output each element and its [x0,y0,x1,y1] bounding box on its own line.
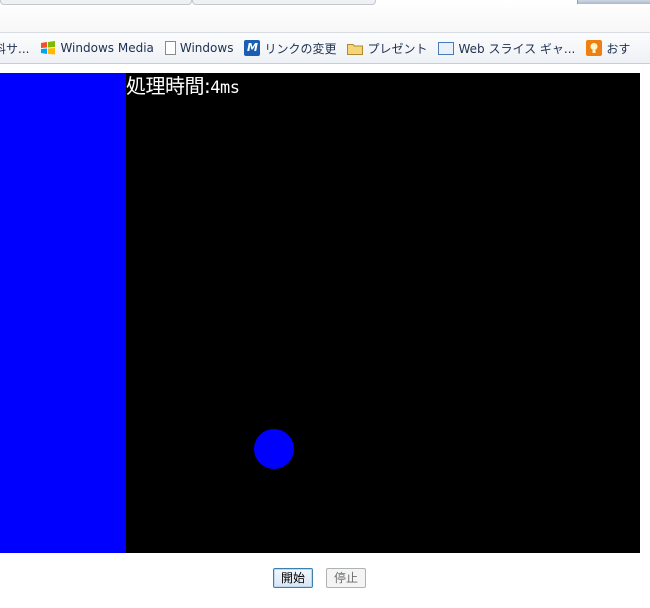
favorite-label: Windows [179,41,234,55]
favorite-label: Web スライス ギャ... [458,41,576,56]
favorite-label: 料サ... [0,41,30,56]
favorites-bar: 料サ... Windows Media Windows M リンクの変更 プレゼ… [0,32,650,64]
favorite-link-customize[interactable]: M リンクの変更 [244,37,336,59]
favorite-label: リンクの変更 [264,41,337,56]
page-icon [164,41,176,55]
msn-icon: M [244,40,261,56]
favorite-folder-present[interactable]: プレゼント [347,37,427,59]
start-button[interactable]: 開始 [273,568,313,588]
favorite-web-slice-gallery[interactable]: Web スライス ギャ... [438,37,575,59]
favorite-link-windows[interactable]: Windows [164,37,234,59]
browser-top-area [0,0,650,32]
favorite-label: おす [606,41,631,56]
controls: 開始 停止 [0,568,650,592]
stop-button[interactable]: 停止 [326,568,366,588]
processing-time-value: 4ms [210,78,240,98]
favorite-link-windows-media[interactable]: Windows Media [40,37,154,59]
tab-strip [0,0,650,6]
ball [254,429,294,469]
web-slice-icon [438,41,455,55]
processing-time-label: 処理時間: [126,74,211,98]
favorite-link-1[interactable]: 料サ... [0,37,29,59]
windows-flag-icon [40,40,56,56]
paddle [0,73,126,553]
favorite-label: Windows Media [60,41,154,55]
browser-tab-active[interactable] [577,0,650,4]
game-canvas[interactable]: 処理時間:4ms [0,73,640,553]
folder-icon [347,43,364,55]
lightbulb-icon [586,40,603,56]
browser-tab[interactable] [0,0,192,5]
favorite-link-suggested[interactable]: おす [586,37,630,59]
favorite-label: プレゼント [367,41,428,56]
processing-time-readout: 処理時間:4ms [126,74,240,100]
browser-tab[interactable] [192,0,376,5]
